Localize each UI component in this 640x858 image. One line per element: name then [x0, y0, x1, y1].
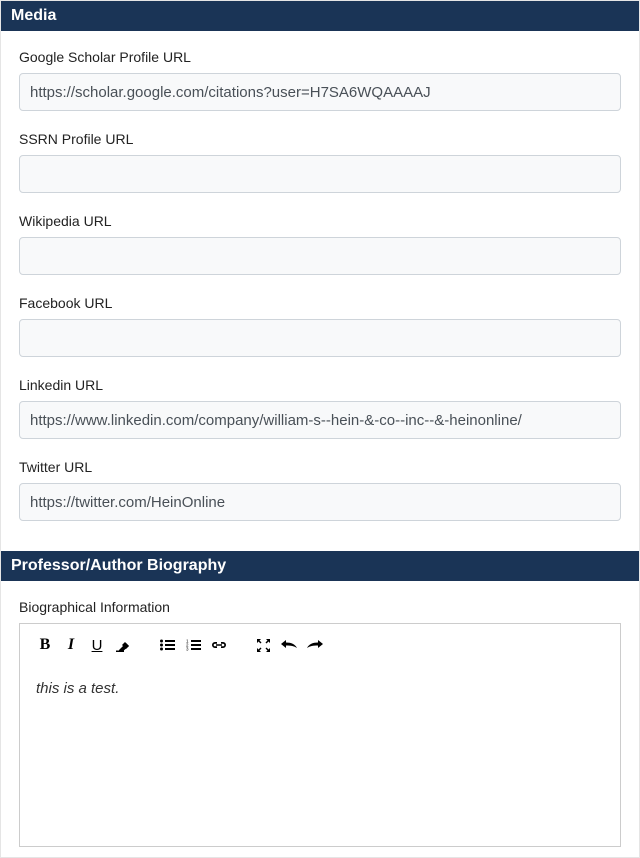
undo-icon [281, 640, 297, 650]
facebook-label: Facebook URL [19, 295, 621, 311]
unordered-list-icon [160, 639, 175, 651]
wikipedia-input[interactable] [19, 237, 621, 275]
google-scholar-field-group: Google Scholar Profile URL [19, 49, 621, 111]
wikipedia-label: Wikipedia URL [19, 213, 621, 229]
eraser-icon [116, 639, 131, 652]
biography-section-header: Professor/Author Biography [1, 551, 639, 581]
redo-button[interactable] [302, 634, 328, 656]
wikipedia-field-group: Wikipedia URL [19, 213, 621, 275]
linkedin-field-group: Linkedin URL [19, 377, 621, 439]
ssrn-label: SSRN Profile URL [19, 131, 621, 147]
undo-button[interactable] [276, 634, 302, 656]
link-icon [211, 640, 227, 650]
fullscreen-icon [257, 639, 270, 652]
linkedin-input[interactable] [19, 401, 621, 439]
eraser-button[interactable] [110, 634, 136, 656]
link-button[interactable] [206, 634, 232, 656]
facebook-field-group: Facebook URL [19, 295, 621, 357]
bold-button[interactable]: B [32, 634, 58, 656]
linkedin-label: Linkedin URL [19, 377, 621, 393]
google-scholar-input[interactable] [19, 73, 621, 111]
ssrn-input[interactable] [19, 155, 621, 193]
twitter-input[interactable] [19, 483, 621, 521]
google-scholar-label: Google Scholar Profile URL [19, 49, 621, 65]
facebook-input[interactable] [19, 319, 621, 357]
underline-button[interactable]: U [84, 634, 110, 656]
fullscreen-button[interactable] [250, 634, 276, 656]
biography-editor: B I U 123 [19, 623, 621, 847]
svg-text:3: 3 [186, 647, 189, 652]
biography-section-body: Biographical Information B I U [1, 581, 639, 857]
media-section-header: Media [1, 1, 639, 31]
ordered-list-icon: 123 [186, 639, 201, 651]
biography-label: Biographical Information [19, 599, 621, 615]
unordered-list-button[interactable] [154, 634, 180, 656]
redo-icon [307, 640, 323, 650]
biography-content[interactable]: this is a test. [20, 666, 620, 846]
twitter-field-group: Twitter URL [19, 459, 621, 521]
ordered-list-button[interactable]: 123 [180, 634, 206, 656]
ssrn-field-group: SSRN Profile URL [19, 131, 621, 193]
media-section-body: Google Scholar Profile URL SSRN Profile … [1, 31, 639, 551]
editor-toolbar: B I U 123 [20, 624, 620, 666]
italic-button[interactable]: I [58, 634, 84, 656]
twitter-label: Twitter URL [19, 459, 621, 475]
